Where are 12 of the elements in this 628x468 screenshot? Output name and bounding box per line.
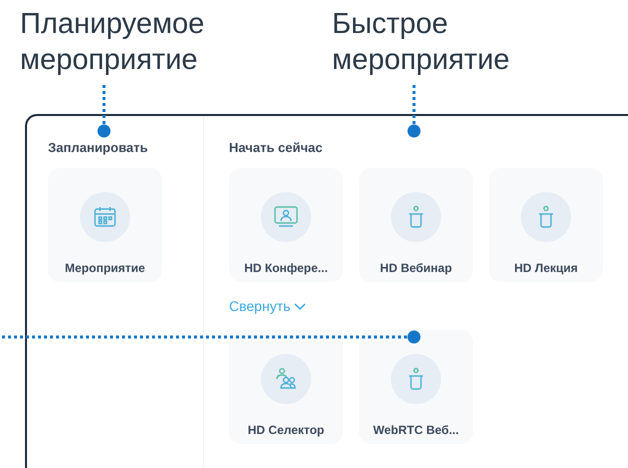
event-type-card[interactable]: HD Вебинар xyxy=(359,168,473,282)
event-type-card[interactable]: HD Селектор xyxy=(229,330,343,444)
section-heading: Запланировать xyxy=(48,139,149,157)
callout-label: Быстрое мероприятие xyxy=(332,7,511,78)
event-type-card[interactable]: HD Лекция xyxy=(489,168,603,282)
event-type-card[interactable]: WebRTC Веб... xyxy=(359,330,473,444)
callout-pointer xyxy=(407,85,421,138)
callout-pointer xyxy=(97,85,111,138)
event-type-card[interactable]: Мероприятие xyxy=(48,168,162,282)
section-heading: Начать сейчас xyxy=(229,139,324,157)
callout-label: Планируемое мероприятие xyxy=(20,7,206,78)
event-type-card[interactable]: HD Конфере... xyxy=(229,168,343,282)
